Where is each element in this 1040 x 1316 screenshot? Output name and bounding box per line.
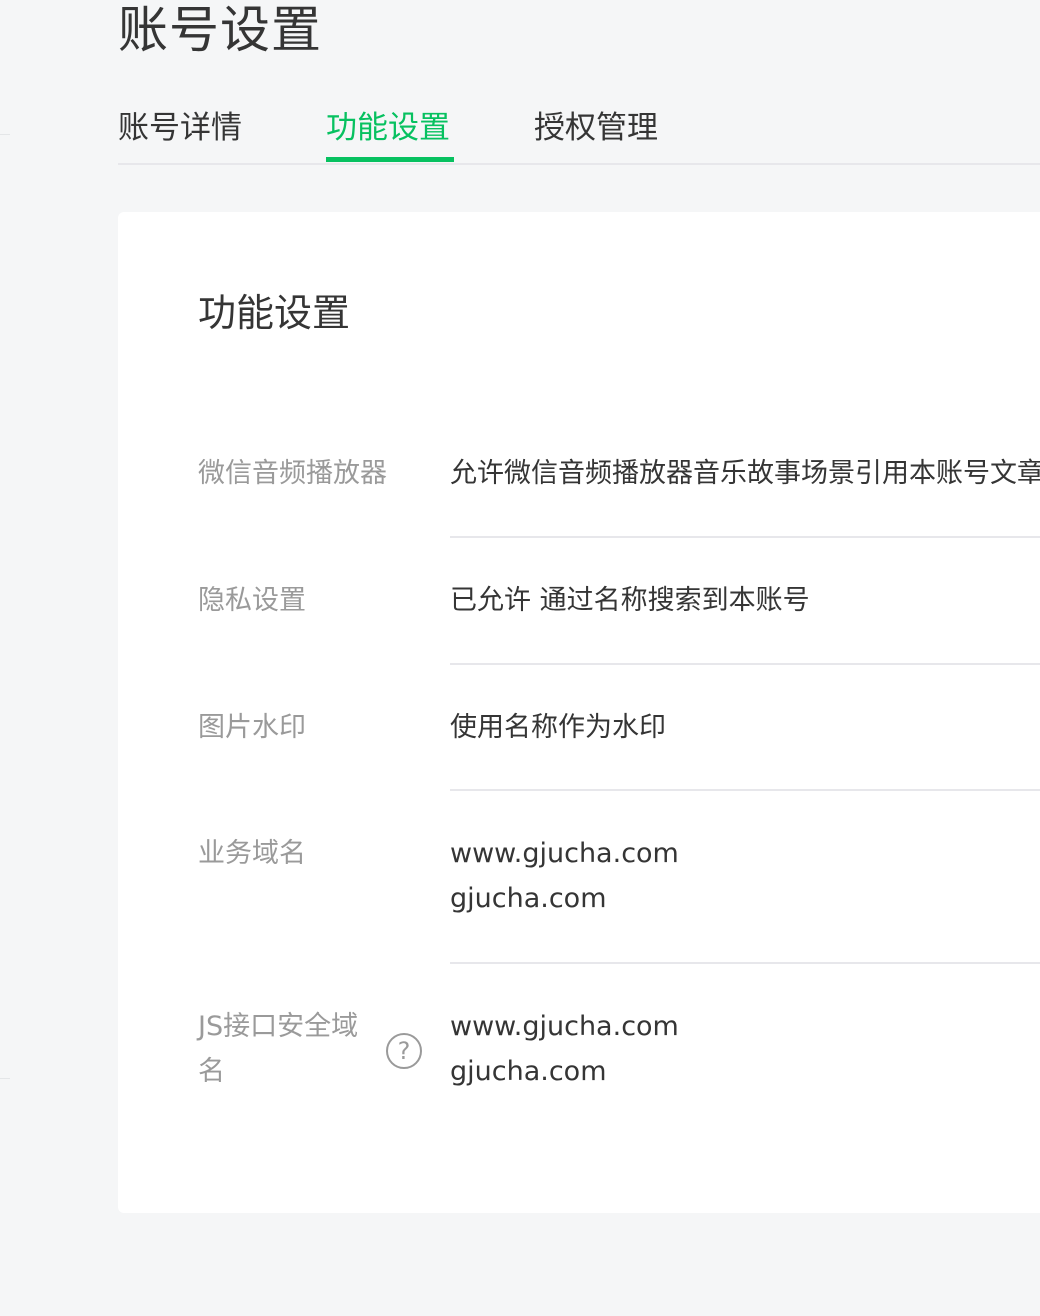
domain-value: gjucha.com: [450, 1056, 607, 1087]
sidebar-divider: [0, 1078, 10, 1079]
domain-value: www.gjucha.com: [450, 838, 679, 869]
setting-value: 使用名称作为水印: [450, 712, 666, 743]
setting-label: 业务域名: [198, 838, 306, 869]
row-divider: [450, 962, 1040, 964]
setting-label: 图片水印: [198, 712, 306, 743]
setting-label: 隐私设置: [198, 585, 306, 616]
tab-feature-settings[interactable]: 功能设置: [326, 106, 450, 163]
sidebar-divider: [0, 134, 10, 135]
tab-authorization-management[interactable]: 授权管理: [534, 106, 658, 163]
setting-label-line1: JS接口安全域: [198, 1011, 359, 1042]
tab-account-details[interactable]: 账号详情: [118, 106, 242, 163]
setting-label: 微信音频播放器: [198, 458, 387, 489]
settings-card: 功能设置 微信音频播放器 允许微信音频播放器音乐故事场景引用本账号文章 隐私设置…: [118, 212, 1040, 1213]
row-divider: [450, 663, 1040, 665]
setting-label-line2: 名: [198, 1056, 225, 1087]
card-title: 功能设置: [198, 291, 351, 335]
setting-value: 已允许 通过名称搜索到本账号: [450, 585, 810, 616]
page-title: 账号设置: [118, 1, 322, 59]
domain-value: gjucha.com: [450, 883, 607, 914]
domain-value: www.gjucha.com: [450, 1011, 679, 1042]
active-tab-indicator: [326, 157, 454, 162]
row-divider: [450, 536, 1040, 538]
tab-bar: 账号详情 功能设置 授权管理: [118, 100, 1040, 165]
row-divider: [450, 789, 1040, 791]
question-circle-icon[interactable]: ?: [386, 1033, 422, 1069]
setting-value: 允许微信音频播放器音乐故事场景引用本账号文章: [450, 458, 1040, 489]
